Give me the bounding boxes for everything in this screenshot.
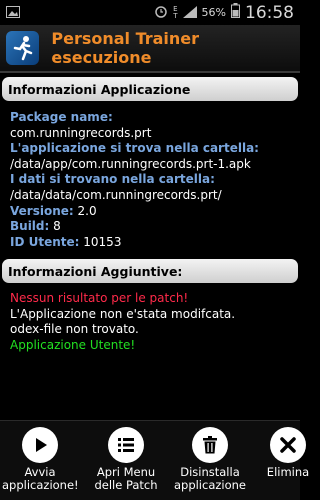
package-label: Package name:	[10, 110, 113, 124]
uninstall-label-line2: applicazione	[173, 478, 247, 492]
list-icon	[108, 427, 144, 463]
uninstall-label: Disinstalla applicazione	[172, 466, 248, 492]
data-label: I dati si trovano nella cartella:	[10, 172, 215, 187]
delete-button[interactable]: Elimina	[250, 427, 320, 479]
close-icon	[270, 427, 306, 463]
delete-label-line1: Elimina	[266, 465, 310, 479]
uid-value: 10153	[83, 234, 122, 249]
battery-icon	[231, 3, 240, 22]
network-label-t: T	[173, 11, 178, 20]
build-label: Build:	[10, 219, 50, 234]
battery-percent: 56%	[201, 6, 226, 19]
divider	[0, 71, 300, 73]
uninstall-button[interactable]: Disinstalla applicazione	[172, 427, 248, 492]
launch-app-label-line2: applicazione!	[2, 478, 79, 492]
package-value: com.runningrecords.prt	[10, 125, 152, 140]
app-titlebar: Personal Trainer esecuzione	[0, 25, 300, 71]
patch-menu-label-line1: Apri Menu	[96, 465, 156, 479]
location-label: L'applicazione si trova nella cartella:	[10, 141, 259, 156]
app-title: Personal Trainer esecuzione	[51, 29, 200, 67]
launch-app-label: Avvia applicazione!	[2, 465, 79, 492]
patch-menu-button[interactable]: Apri Menu delle Patch	[88, 427, 164, 492]
uid-label: ID Utente:	[10, 234, 80, 249]
uid-row: ID Utente: 10153	[10, 235, 295, 251]
runner-icon	[6, 31, 40, 65]
alarm-icon	[154, 3, 168, 22]
uninstall-label-line1: Disinstalla	[180, 465, 240, 479]
patch-menu-label-line2: delle Patch	[94, 478, 158, 492]
network-icon: E T	[173, 5, 178, 20]
status-bar: E T 56% 16:58	[0, 0, 300, 25]
app-info-block: Package name: com.runningrecords.prt L'a…	[10, 110, 295, 250]
play-icon	[22, 427, 58, 463]
trash-icon	[192, 427, 228, 463]
build-row: Build: 8	[10, 219, 295, 235]
patch-menu-label: Apri Menu delle Patch	[88, 466, 164, 492]
launch-app-label-line1: Avvia	[24, 465, 56, 479]
launch-app-button[interactable]: Avvia applicazione!	[2, 427, 79, 492]
location-value: /data/app/com.runningrecords.prt-1.apk	[10, 156, 251, 171]
odex-status: odex-file non trovato.	[10, 322, 139, 337]
extra-info-block: Nessun risultato per le patch! L'Applica…	[10, 291, 295, 353]
section-header-app-info: Informazioni Applicazione	[2, 77, 298, 101]
version-row: Versione: 2.0	[10, 204, 295, 220]
signal-icon	[182, 3, 197, 22]
delete-label: Elimina	[250, 466, 320, 479]
data-value: /data/data/com.runningrecords.prt/	[10, 187, 222, 202]
version-value: 2.0	[77, 203, 97, 218]
image-icon	[6, 3, 20, 22]
build-value: 8	[53, 219, 61, 234]
action-bar: Avvia applicazione! Apri Menu delle Patc…	[0, 420, 309, 500]
clock: 16:58	[245, 2, 294, 23]
user-app-status: Applicazione Utente!	[10, 337, 136, 352]
section-header-extra-info: Informazioni Aggiuntive:	[2, 259, 298, 283]
version-label: Versione:	[10, 203, 74, 218]
patch-result: Nessun risultato per le patch!	[10, 291, 189, 305]
unmodified-status: L'Applicazione non e'stata modifcata.	[10, 306, 236, 321]
